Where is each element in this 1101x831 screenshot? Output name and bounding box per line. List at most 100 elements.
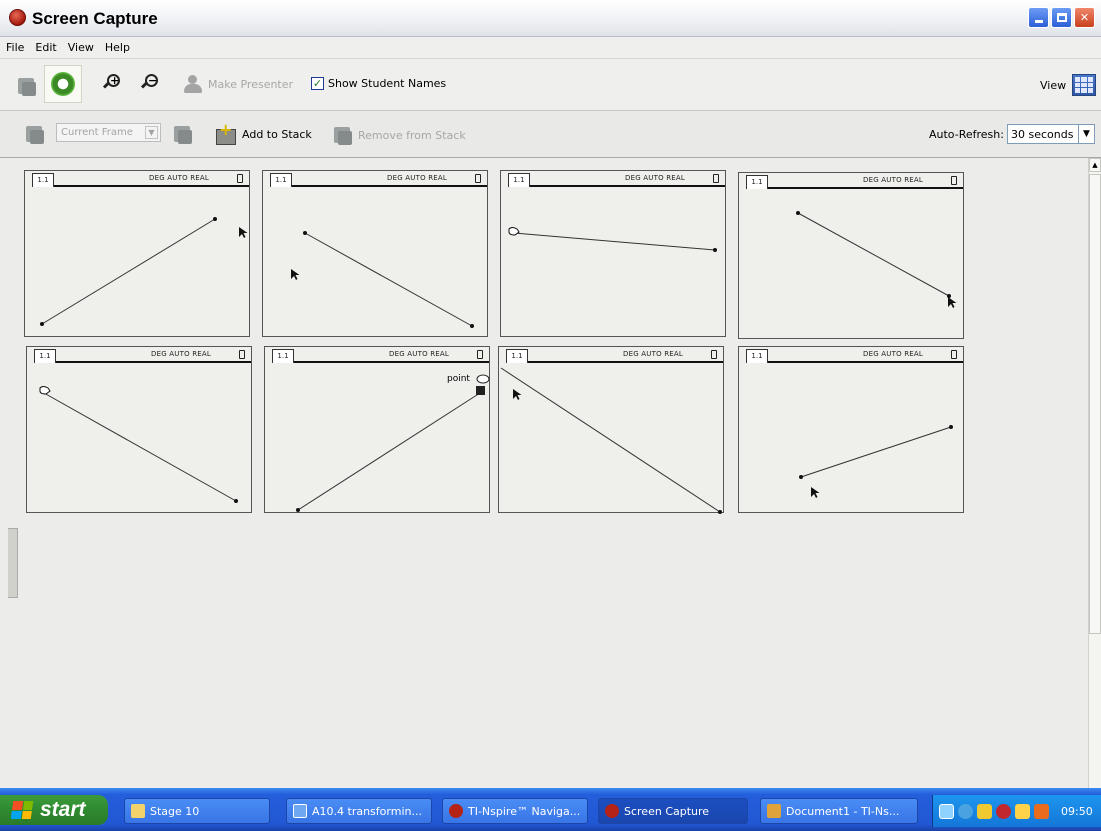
taskbar-item-ti-nspire[interactable]: TI-Nspire™ Naviga... <box>442 798 588 824</box>
start-button[interactable]: start <box>0 795 108 825</box>
clock-sync-icon[interactable] <box>958 803 973 819</box>
add-to-stack-button[interactable]: Add to Stack <box>214 120 312 145</box>
minimize-button[interactable] <box>1028 7 1049 28</box>
taskbar-item-label: A10.4 transformin... <box>312 804 422 818</box>
scroll-thumb[interactable] <box>1089 174 1101 634</box>
side-panel-handle[interactable] <box>8 528 18 598</box>
zoom-out-button[interactable]: − <box>140 74 160 92</box>
graph-canvas <box>296 374 490 512</box>
point <box>296 508 300 512</box>
view-button[interactable]: View <box>1040 74 1097 96</box>
taskbar-item-label: Stage 10 <box>150 804 200 818</box>
menu-help[interactable]: Help <box>105 41 130 54</box>
add-to-stack-icon <box>214 120 238 145</box>
page-tab: 1.1 <box>270 173 292 187</box>
student-screen-frame[interactable]: 1.1 DEG AUTO REAL <box>26 346 252 513</box>
frame-select[interactable]: Current Frame ▼ <box>56 123 161 142</box>
copy-button[interactable] <box>14 74 38 98</box>
student-screen-frame[interactable]: 1.1 DEG AUTO REAL <box>24 170 250 337</box>
scroll-up-button[interactable]: ▲ <box>1089 158 1101 172</box>
point <box>213 217 217 221</box>
taskbar-item-document1[interactable]: Document1 - TI-Ns... <box>760 798 918 824</box>
graph-canvas <box>39 386 238 503</box>
taskbar-item-a10-4[interactable]: A10.4 transformin... <box>286 798 432 824</box>
ti-nspire-icon <box>449 804 463 818</box>
cursor-icon <box>948 297 957 308</box>
student-screen-frame[interactable]: 1.1 DEG AUTO REAL point <box>264 346 490 513</box>
3d-tray-icon[interactable] <box>1015 803 1030 819</box>
auto-refresh-select[interactable]: 30 seconds <box>1006 124 1079 144</box>
menu-bar: File Edit View Help <box>0 37 1101 59</box>
point <box>718 510 722 514</box>
next-frame-button[interactable] <box>170 122 194 146</box>
frame-header: 1.1 DEG AUTO REAL <box>739 347 963 363</box>
battery-icon <box>951 176 957 185</box>
security-tray-icon[interactable] <box>1034 803 1049 819</box>
taskbar-item-label: Document1 - TI-Ns... <box>786 804 900 818</box>
app-tray-icon[interactable] <box>977 803 992 819</box>
battery-icon <box>951 350 957 359</box>
mode-label: DEG AUTO REAL <box>387 174 447 182</box>
taskbar-item-screen-capture[interactable]: Screen Capture <box>598 798 748 824</box>
tooltip-label: point <box>447 374 470 384</box>
page-tab: 1.1 <box>34 349 56 363</box>
chevron-down-icon[interactable]: ▼ <box>1078 124 1095 144</box>
frame-header: 1.1 DEG AUTO REAL <box>25 171 249 187</box>
minimize-icon <box>1034 20 1043 23</box>
zoom-out-icon: − <box>140 74 160 92</box>
remove-from-stack-icon <box>334 127 352 145</box>
network-icon[interactable] <box>939 803 954 819</box>
frame-header: 1.1 DEG AUTO REAL <box>27 347 251 363</box>
show-student-names-label: Show Student Names <box>328 77 447 90</box>
graph-canvas <box>799 425 953 498</box>
student-screen-frame[interactable]: 1.1 DEG AUTO REAL <box>498 346 724 514</box>
folder-icon <box>131 804 145 818</box>
point <box>796 211 800 215</box>
mode-label: DEG AUTO REAL <box>151 350 211 358</box>
close-button[interactable]: ✕ <box>1074 7 1095 28</box>
view-label: View <box>1040 78 1067 92</box>
page-tab: 1.1 <box>272 349 294 363</box>
zoom-in-icon: + <box>102 74 122 92</box>
close-icon: ✕ <box>1079 11 1090 24</box>
show-student-names-checkbox[interactable]: ✓ Show Student Names <box>311 77 446 90</box>
vertical-scrollbar[interactable]: ▲ <box>1088 158 1101 788</box>
stack-frame-button[interactable] <box>22 122 46 146</box>
student-screen-frame[interactable]: 1.1 DEG AUTO REAL <box>738 346 964 513</box>
mode-label: DEG AUTO REAL <box>149 174 209 182</box>
maximize-button[interactable] <box>1051 7 1072 28</box>
refresh-button[interactable] <box>44 65 82 103</box>
ti-tray-icon[interactable] <box>996 803 1011 819</box>
menu-view[interactable]: View <box>68 41 94 54</box>
point <box>40 322 44 326</box>
mode-label: DEG AUTO REAL <box>389 350 449 358</box>
battery-icon <box>237 174 243 183</box>
battery-icon <box>475 174 481 183</box>
cursor-icon <box>513 389 522 400</box>
graph-canvas <box>508 227 717 252</box>
page-tab: 1.1 <box>508 173 530 187</box>
system-tray: 09:50 <box>932 795 1101 827</box>
stack-toolbar: Current Frame ▼ Add to Stack Remove from … <box>0 111 1101 158</box>
taskbar-item-label: TI-Nspire™ Naviga... <box>468 804 581 818</box>
student-screen-frame[interactable]: 1.1 DEG AUTO REAL <box>500 170 726 337</box>
app-icon <box>9 9 26 26</box>
presenter-icon <box>184 75 204 93</box>
student-screen-frame[interactable]: 1.1 DEG AUTO REAL <box>262 170 488 337</box>
auto-refresh-value: 30 seconds <box>1010 127 1074 141</box>
stack-icon <box>26 126 44 144</box>
graph-canvas <box>40 217 248 326</box>
menu-file[interactable]: File <box>6 41 24 54</box>
auto-refresh-label: Auto-Refresh: <box>929 127 1004 141</box>
ti-document-icon <box>767 804 781 818</box>
make-presenter-button[interactable]: Make Presenter <box>184 75 293 93</box>
graph-canvas <box>500 367 722 514</box>
mode-label: DEG AUTO REAL <box>625 174 685 182</box>
student-screen-frame[interactable]: 1.1 DEG AUTO REAL <box>738 172 964 339</box>
clock: 09:50 <box>1061 804 1093 818</box>
taskbar-item-stage-10[interactable]: Stage 10 <box>124 798 270 824</box>
remove-from-stack-button[interactable]: Remove from Stack <box>330 123 466 147</box>
menu-edit[interactable]: Edit <box>35 41 56 54</box>
point <box>947 294 951 298</box>
zoom-in-button[interactable]: + <box>102 74 122 92</box>
